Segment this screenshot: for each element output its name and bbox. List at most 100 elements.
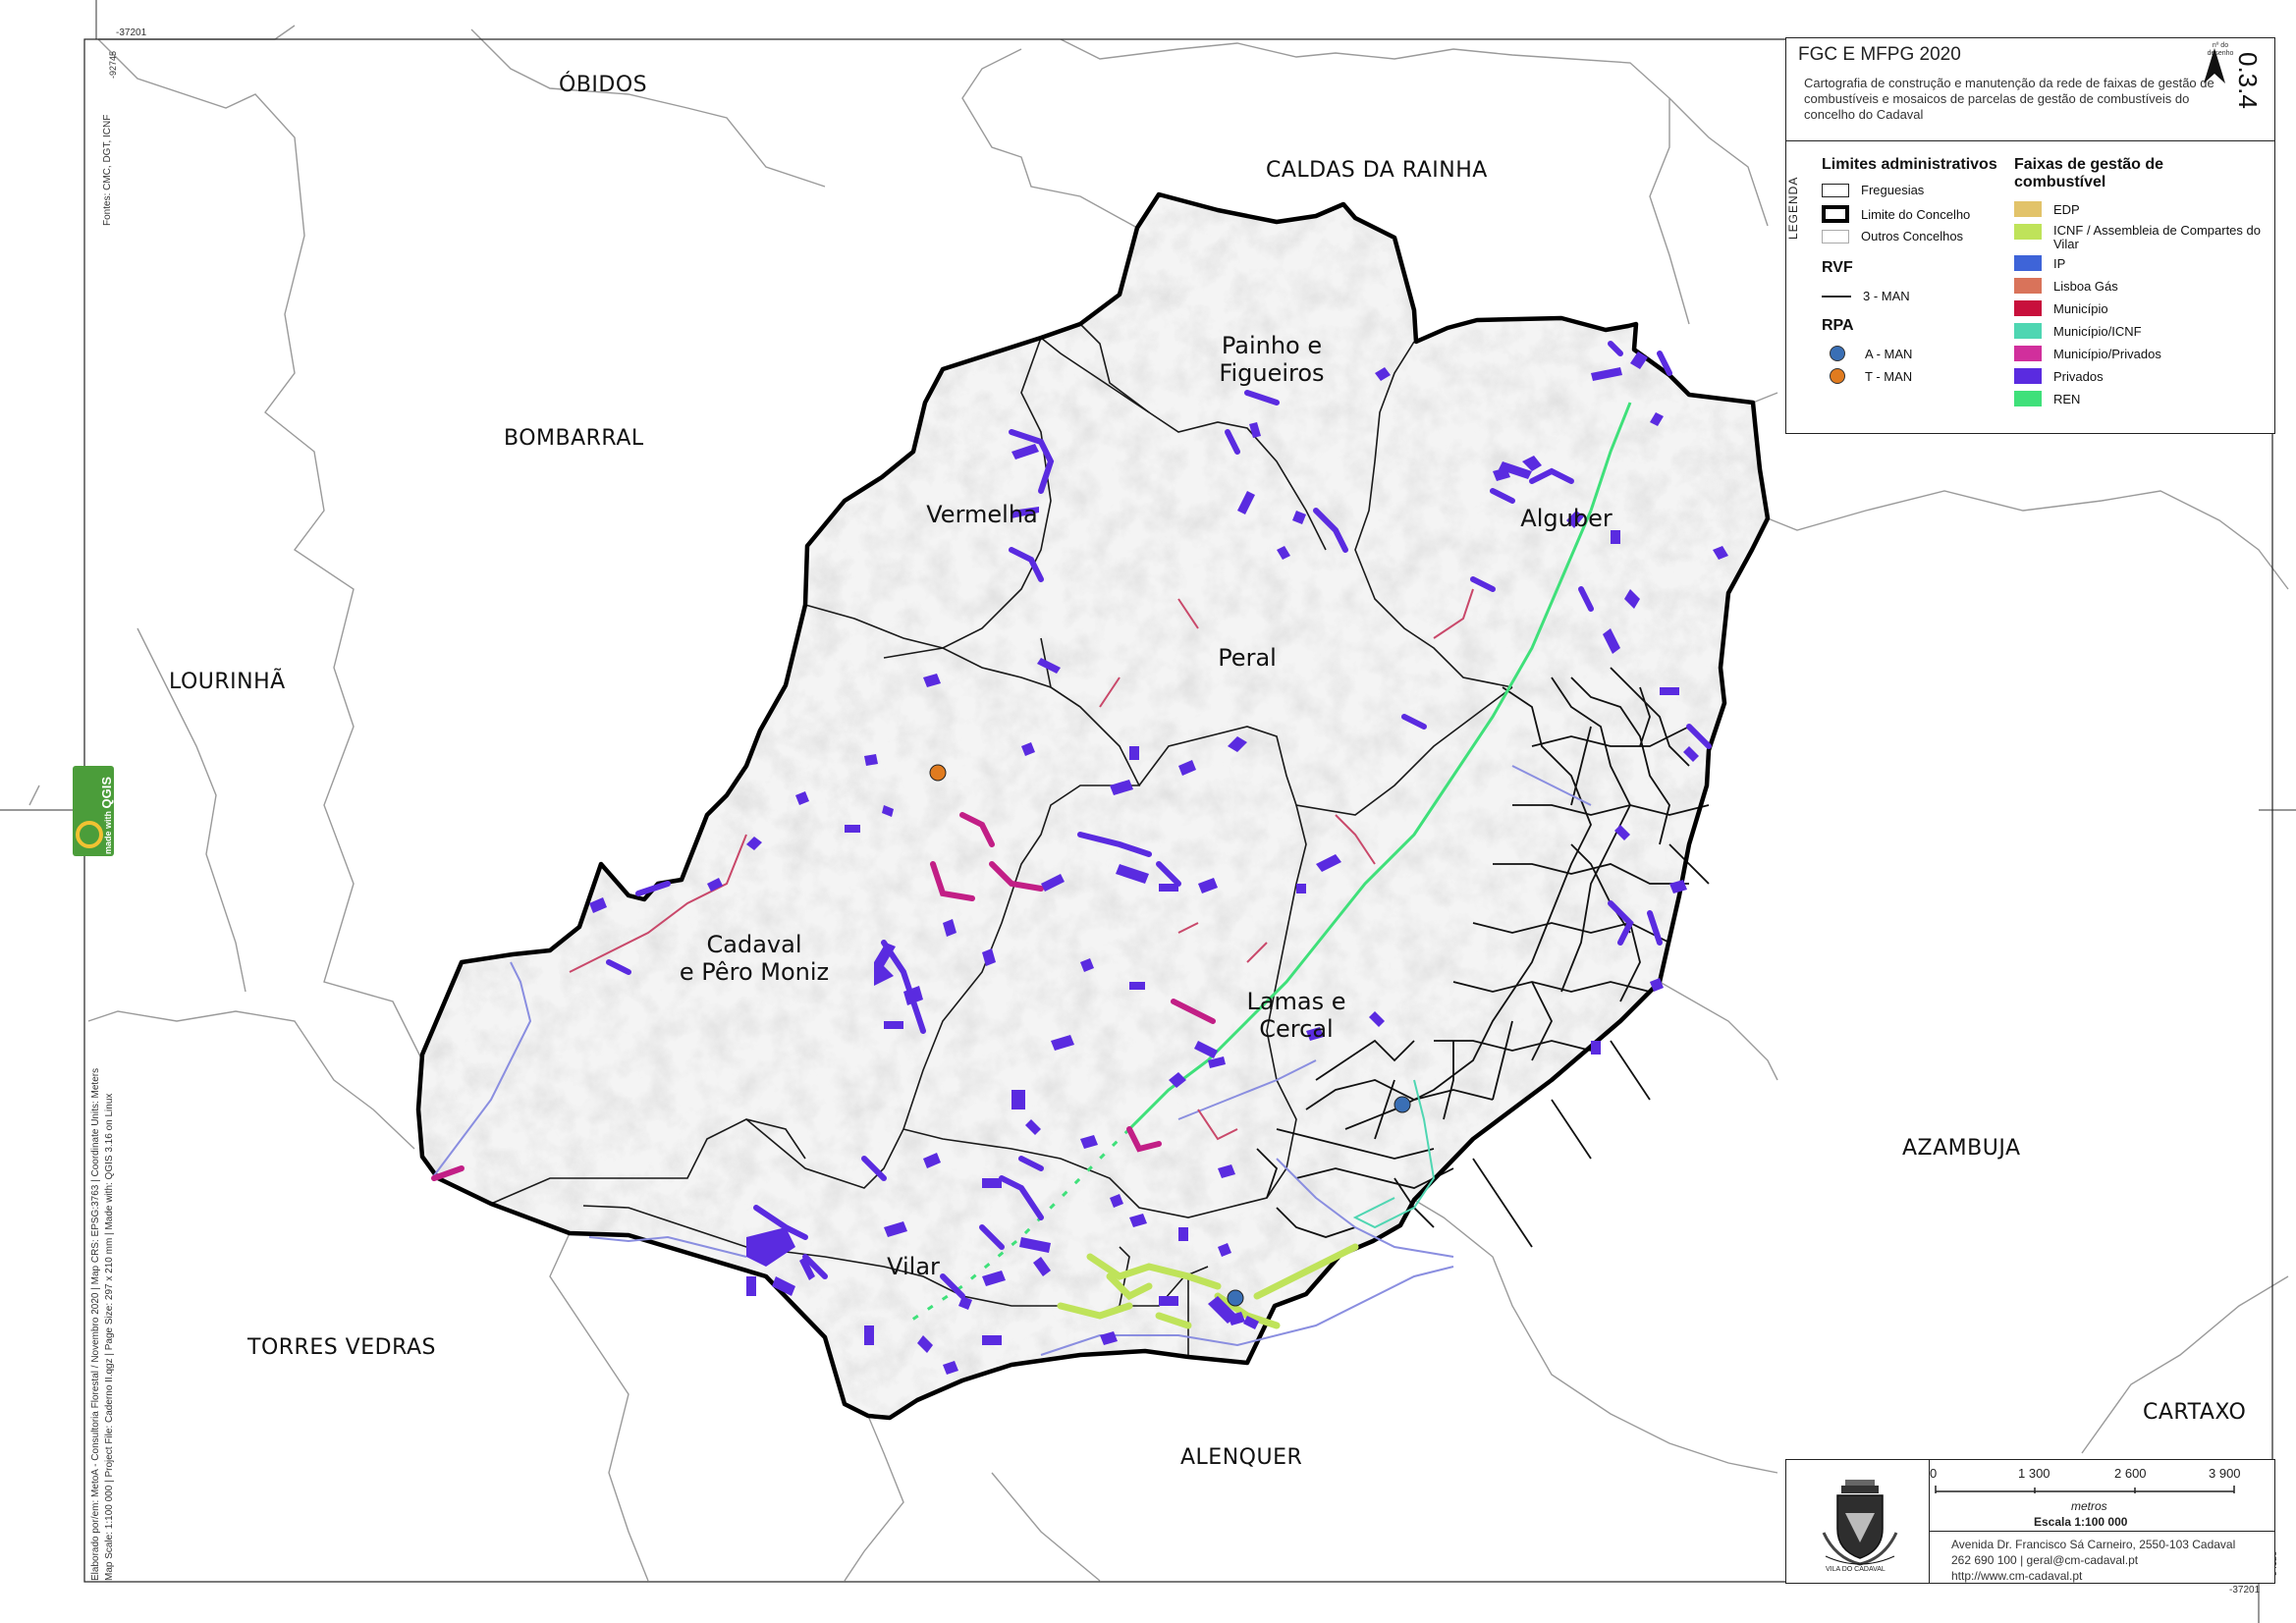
scale-tick-1300: 1 300 (2018, 1466, 2050, 1481)
legend-item-limite-concelho: Limite do Concelho (1822, 205, 1970, 223)
concelho-area (418, 194, 1768, 1418)
legend-item-label: REN (2053, 391, 2081, 406)
rpa-t-man-marker[interactable] (929, 764, 947, 782)
legend-item-label: T - MAN (1865, 368, 1913, 384)
label-obidos: ÓBIDOS (559, 73, 648, 97)
legend-item-label: ICNF / Assembleia de Compartes do Vilar (2053, 223, 2261, 251)
scale-label: Escala 1:100 000 (2034, 1515, 2128, 1529)
rvf-line-swatch (1822, 295, 1851, 298)
legend-item-ip: IP (2014, 255, 2065, 271)
legend-item-label: 3 - MAN (1863, 289, 1910, 303)
municipio-icnf-swatch (2014, 323, 2042, 339)
qgis-badge: made with QGIS (73, 766, 114, 856)
label-caldas-da-rainha: CALDAS DA RAINHA (1266, 158, 1488, 183)
footer-hline (1930, 1531, 2274, 1532)
rpa-a-man-marker[interactable] (1394, 1096, 1411, 1113)
freguesias-swatch (1822, 183, 1849, 197)
coord-top-left-vertical: -92745 (108, 50, 118, 79)
credits-text: Elaborado por/em: MetoA - Consultoria Fl… (90, 1067, 101, 1581)
label-painho-figueiros: Painho e Figueiros (1203, 332, 1340, 387)
legend-item-outros-concelhos: Outros Concelhos (1822, 229, 1963, 243)
legend-item-label: Limite do Concelho (1861, 206, 1971, 222)
label-lourinha: LOURINHÃ (169, 670, 286, 694)
map-number: 0.3.4 (2233, 52, 2263, 109)
website-link[interactable]: http://www.cm-cadaval.pt (1951, 1568, 2235, 1584)
label-bombarral: BOMBARRAL (504, 426, 644, 451)
parish-name-line: Figueiros (1219, 359, 1325, 387)
north-arrow-icon (2204, 48, 2225, 83)
coord-bottom-right: -37201 (2229, 1585, 2261, 1596)
scale-tick-3900: 3 900 (2209, 1466, 2241, 1481)
ip-swatch (2014, 255, 2042, 271)
legend-title: FGC E MFPG 2020 (1798, 44, 1961, 65)
admin-limits-header: Limites administrativos (1822, 156, 1997, 173)
legend-item-municipio-icnf: Município/ICNF (2014, 323, 2142, 339)
address-text: Avenida Dr. Francisco Sá Carneiro, 2550-… (1951, 1538, 2236, 1551)
ren-swatch (2014, 391, 2042, 406)
legend-item-ren: REN (2014, 391, 2080, 406)
outros-concelhos-swatch (1822, 229, 1849, 243)
legend-item-label: IP (2053, 255, 2066, 271)
legend-description: Cartografia de construção e manutenção d… (1804, 76, 2214, 122)
qgis-logo-icon (76, 821, 103, 848)
label-alguber: Alguber (1520, 505, 1613, 532)
edp-swatch (2014, 201, 2042, 217)
parish-name-line: Cercal (1259, 1015, 1334, 1043)
legend-item-label: Município/ICNF (2053, 323, 2142, 339)
label-cartaxo: CARTAXO (2143, 1400, 2247, 1425)
parish-name-line: Lamas e (1246, 988, 1346, 1015)
legend-side-label: LEGENDA (1786, 176, 1800, 241)
credits-text-2: Map Scale: 1:100 000 | Project File: Cad… (104, 1093, 115, 1581)
legend-item-icnf-vilar: ICNF / Assembleia de Compartes do Vilar (2014, 224, 2269, 251)
municipio-swatch (2014, 300, 2042, 316)
legend-item-label: Município (2053, 300, 2108, 316)
label-cadaval-pero-moniz: Cadaval e Pêro Moniz (656, 931, 852, 986)
label-lamas-cercal: Lamas e Cercal (1228, 988, 1365, 1043)
legend-item-rpa-a-man: A - MAN (1822, 346, 1912, 361)
scale-unit: metros (2071, 1499, 2107, 1513)
rpa-t-man-swatch (1830, 368, 1845, 384)
crest-caption: VILA DO CADAVAL (1826, 1566, 1886, 1573)
rpa-header: RPA (1822, 317, 1854, 334)
qgis-text-qgis: QGIS (99, 776, 114, 809)
parish-name-line: e Pêro Moniz (679, 958, 830, 986)
legend-item-privados: Privados (2014, 368, 2104, 384)
parish-name-line: Painho e (1221, 332, 1323, 359)
municipal-crest-icon (1822, 1480, 1898, 1566)
legend-item-label: Lisboa Gás (2053, 278, 2118, 294)
scale-bar (1935, 1486, 2235, 1493)
qgis-text-with: with (103, 810, 113, 829)
legend-item-lisboa-gas: Lisboa Gás (2014, 278, 2118, 294)
contact-block: Avenida Dr. Francisco Sá Carneiro, 2550-… (1951, 1537, 2235, 1584)
label-azambuja: AZAMBUJA (1902, 1136, 2021, 1161)
legend-panel: FGC E MFPG 2020 Cartografia de construçã… (1785, 37, 2275, 434)
parish-name-line: Cadaval (706, 931, 802, 958)
qgis-badge-text: made with QGIS (99, 776, 114, 854)
scale-tick-0: 0 (1930, 1466, 1938, 1481)
legend-item-label: Município/Privados (2053, 346, 2161, 361)
icnf-vilar-swatch (2014, 224, 2042, 240)
coord-top-left: -37201 (116, 27, 147, 38)
rvf-header: RVF (1822, 259, 1853, 276)
contacts-text: 262 690 100 | geral@cm-cadaval.pt (1951, 1553, 2139, 1567)
municipio-privados-swatch (2014, 346, 2042, 361)
legend-item-label: EDP (2053, 201, 2080, 217)
lisboa-gas-swatch (2014, 278, 2042, 294)
privados-swatch (2014, 368, 2042, 384)
legend-separator (1786, 140, 2274, 141)
sources-text: Fontes: CMC, DGT, ICNF (102, 114, 113, 226)
legend-item-municipio: Município (2014, 300, 2108, 316)
label-peral: Peral (1218, 644, 1277, 672)
limite-concelho-swatch (1822, 205, 1849, 223)
rpa-a-man-marker[interactable] (1227, 1289, 1244, 1307)
legend-item-label: Privados (2053, 368, 2104, 384)
legend-item-freguesias: Freguesias (1822, 183, 1924, 197)
faixas-header: Faixas de gestão de combustível (2014, 156, 2164, 190)
legend-item-label: Freguesias (1861, 183, 1925, 197)
label-torres-vedras: TORRES VEDRAS (247, 1335, 436, 1360)
label-vermelha: Vermelha (926, 501, 1038, 528)
rpa-a-man-swatch (1830, 346, 1845, 361)
legend-item-municipio-privados: Município/Privados (2014, 346, 2161, 361)
legend-item-rvf-3-man: 3 - MAN (1822, 289, 1910, 303)
label-vilar: Vilar (887, 1253, 940, 1280)
